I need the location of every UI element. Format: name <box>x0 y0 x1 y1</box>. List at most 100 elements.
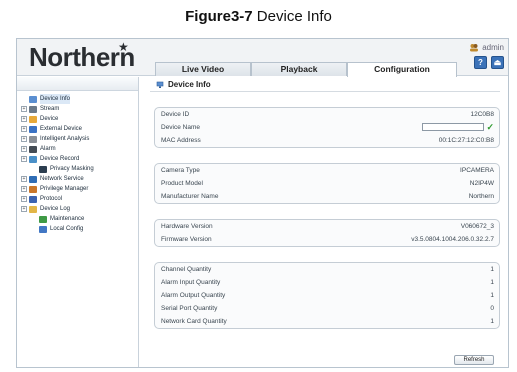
info-row-mac-address: MAC Address 00:1C:27:12:C0:B8 <box>155 134 499 147</box>
expand-icon[interactable]: + <box>21 146 27 152</box>
sidebar-item-device-info[interactable]: Device Info <box>17 94 138 104</box>
sidebar-item-label: Device Info <box>40 94 71 104</box>
refresh-button[interactable]: Refresh <box>454 355 494 365</box>
sidebar-item-external-device[interactable]: + External Device <box>17 124 138 134</box>
sidebar-item-privilege-manager[interactable]: + Privilege Manager <box>17 184 138 194</box>
serial-port-quantity-value: 0 <box>490 305 494 312</box>
info-row-product-model: Product Model N2IP4W <box>155 177 499 190</box>
expand-icon[interactable]: + <box>21 126 27 132</box>
checkmark-icon[interactable]: ✓ <box>486 121 494 134</box>
device-record-icon <box>29 155 37 163</box>
tab-playback[interactable]: Playback <box>251 62 347 76</box>
sidebar-item-label: Device Record <box>40 156 80 162</box>
mac-address-value: 00:1C:27:12:C0:B8 <box>438 137 494 144</box>
device-log-icon <box>29 205 37 213</box>
sidebar-header <box>17 77 138 91</box>
alarm-output-quantity-value: 1 <box>490 292 494 299</box>
hardware-version-label: Hardware Version <box>161 223 213 230</box>
hardware-version-value: V060672_3 <box>460 223 494 230</box>
logout-button[interactable]: ⏏ <box>491 56 504 69</box>
device-info-icon <box>29 95 37 103</box>
expand-icon[interactable]: + <box>21 186 27 192</box>
sidebar-item-device[interactable]: + Device <box>17 114 138 124</box>
camera-type-label: Camera Type <box>161 167 200 174</box>
figure-title: Device Info <box>252 8 332 25</box>
manufacturer-value: Northern <box>468 193 494 200</box>
network-service-icon <box>29 175 37 183</box>
sidebar-item-label: Local Config <box>50 226 84 232</box>
network-card-quantity-label: Network Card Quantity <box>161 318 227 325</box>
help-button[interactable]: ? <box>474 56 487 69</box>
sidebar-item-label: Network Service <box>40 176 84 182</box>
info-row-alarm-output-quantity: Alarm Output Quantity 1 <box>155 289 499 302</box>
sidebar-item-label: Device Log <box>40 206 71 212</box>
camera-type-value: IPCAMERA <box>460 167 494 174</box>
user-icon <box>470 44 479 52</box>
sidebar-item-label: Maintenance <box>50 216 85 222</box>
sidebar-item-privacy-masking[interactable]: Privacy Masking <box>17 164 138 174</box>
channel-quantity-label: Channel Quantity <box>161 266 212 273</box>
product-model-label: Product Model <box>161 180 203 187</box>
page-title: Device Info <box>156 80 211 89</box>
sidebar-item-network-service[interactable]: + Network Service <box>17 174 138 184</box>
sidebar-item-device-log[interactable]: + Device Log <box>17 204 138 214</box>
expand-icon[interactable]: + <box>21 106 27 112</box>
alarm-output-quantity-label: Alarm Output Quantity <box>161 292 226 299</box>
sidebar-item-device-record[interactable]: + Device Record <box>17 154 138 164</box>
serial-port-quantity-label: Serial Port Quantity <box>161 305 218 312</box>
device-name-control: ✓ <box>422 121 494 134</box>
alarm-input-quantity-label: Alarm Input Quantity <box>161 279 221 286</box>
sidebar-item-label: Stream <box>40 106 60 112</box>
tab-live-video[interactable]: Live Video <box>155 62 251 76</box>
sidebar-item-protocol[interactable]: + Protocol <box>17 194 138 204</box>
privilege-manager-icon <box>29 185 37 193</box>
firmware-version-label: Firmware Version <box>161 236 212 243</box>
local-config-icon <box>39 225 47 233</box>
sidebar-item-maintenance[interactable]: Maintenance <box>17 214 138 224</box>
device-icon <box>29 115 37 123</box>
info-row-hardware-version: Hardware Version V060672_3 <box>155 220 499 233</box>
device-id-label: Device ID <box>161 111 190 118</box>
header-bar: Northern ★ admin ? ⏏ Live Video Playback… <box>17 39 508 77</box>
expand-icon[interactable]: + <box>21 116 27 122</box>
maintenance-icon <box>39 215 47 223</box>
expand-icon[interactable]: + <box>21 196 27 202</box>
expand-icon[interactable]: + <box>21 156 27 162</box>
info-row-network-card-quantity: Network Card Quantity 1 <box>155 315 499 328</box>
sidebar-item-label: Privilege Manager <box>40 186 89 192</box>
sidebar-item-label: Alarm <box>40 146 56 152</box>
info-row-firmware-version: Firmware Version v3.5.0804.1004.206.0.32… <box>155 233 499 246</box>
info-row-device-id: Device ID 12C0B8 <box>155 108 499 121</box>
sidebar-item-intelligent-analysis[interactable]: + Intelligent Analysis <box>17 134 138 144</box>
username[interactable]: admin <box>482 43 504 52</box>
device-info-title-icon <box>156 81 164 88</box>
figure-label: Figure3-7 <box>185 8 253 25</box>
sidebar-item-label: External Device <box>40 126 83 132</box>
expand-icon[interactable]: + <box>21 206 27 212</box>
tab-configuration[interactable]: Configuration <box>347 62 457 77</box>
sidebar-item-label: Protocol <box>40 196 63 202</box>
main-content: Device Info Device ID 12C0B8 Device Name… <box>140 77 508 367</box>
identity-panel: Device ID 12C0B8 Device Name ✓ MAC Addre… <box>154 107 500 148</box>
channel-quantity-value: 1 <box>490 266 494 273</box>
info-row-alarm-input-quantity: Alarm Input Quantity 1 <box>155 276 499 289</box>
device-name-label: Device Name <box>161 124 201 131</box>
config-tree: Device Info + Stream + Device + External… <box>17 91 138 234</box>
user-area: admin <box>469 43 504 52</box>
expand-icon[interactable]: + <box>21 176 27 182</box>
header-actions: ? ⏏ <box>474 56 504 69</box>
stream-icon <box>29 105 37 113</box>
device-id-value: 12C0B8 <box>470 111 495 118</box>
figure-caption: Figure3-7 Device Info <box>0 8 517 25</box>
privacy-masking-icon <box>39 165 47 173</box>
page-title-text: Device Info <box>168 80 211 89</box>
sidebar-item-local-config[interactable]: Local Config <box>17 224 138 234</box>
protocol-icon <box>29 195 37 203</box>
intelligent-analysis-icon <box>29 135 37 143</box>
expand-icon[interactable]: + <box>21 136 27 142</box>
logo-star-icon: ★ <box>118 40 129 54</box>
device-name-input[interactable] <box>422 123 485 131</box>
app-window: Northern ★ admin ? ⏏ Live Video Playback… <box>16 38 509 368</box>
sidebar-item-alarm[interactable]: + Alarm <box>17 144 138 154</box>
sidebar-item-stream[interactable]: + Stream <box>17 104 138 114</box>
